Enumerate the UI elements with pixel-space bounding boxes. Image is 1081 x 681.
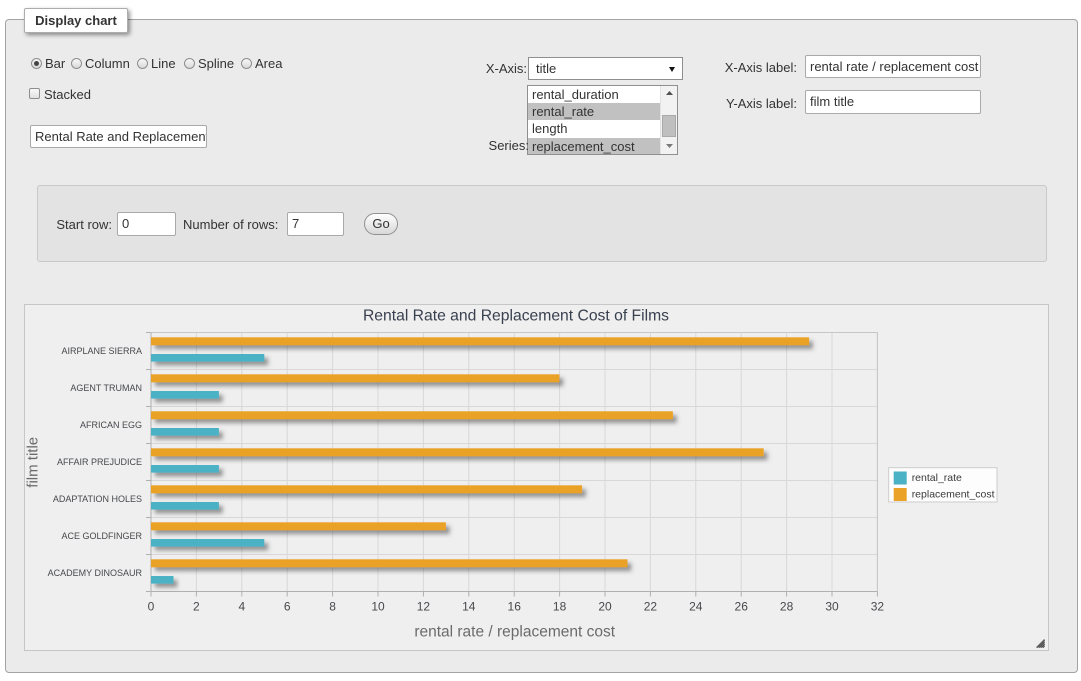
svg-text:18: 18 xyxy=(553,600,567,614)
svg-text:4: 4 xyxy=(238,600,245,614)
svg-text:AFRICAN EGG: AFRICAN EGG xyxy=(80,420,142,430)
svg-text:32: 32 xyxy=(871,600,885,614)
svg-text:0: 0 xyxy=(148,600,155,614)
svg-text:AFFAIR PREJUDICE: AFFAIR PREJUDICE xyxy=(57,457,142,467)
svg-text:ACADEMY DINOSAUR: ACADEMY DINOSAUR xyxy=(48,568,143,578)
svg-text:26: 26 xyxy=(735,600,749,614)
svg-text:ADAPTATION HOLES: ADAPTATION HOLES xyxy=(53,494,142,504)
svg-text:AGENT TRUMAN: AGENT TRUMAN xyxy=(70,383,142,393)
svg-text:14: 14 xyxy=(462,600,476,614)
svg-text:rental_rate: rental_rate xyxy=(912,472,962,484)
svg-text:film title: film title xyxy=(25,437,42,488)
svg-text:28: 28 xyxy=(780,600,794,614)
svg-text:10: 10 xyxy=(371,600,385,614)
svg-text:6: 6 xyxy=(284,600,291,614)
svg-text:Rental Rate and Replacement Co: Rental Rate and Replacement Cost of Film… xyxy=(363,308,669,325)
svg-text:24: 24 xyxy=(689,600,703,614)
svg-text:20: 20 xyxy=(598,600,612,614)
svg-text:16: 16 xyxy=(508,600,522,614)
svg-text:30: 30 xyxy=(825,600,839,614)
svg-text:rental rate / replacement cost: rental rate / replacement cost xyxy=(414,623,615,640)
svg-text:AIRPLANE SIERRA: AIRPLANE SIERRA xyxy=(61,346,142,356)
svg-text:2: 2 xyxy=(193,600,200,614)
svg-text:replacement_cost: replacement_cost xyxy=(912,489,995,501)
svg-text:ACE GOLDFINGER: ACE GOLDFINGER xyxy=(61,531,142,541)
svg-text:22: 22 xyxy=(644,600,658,614)
svg-text:12: 12 xyxy=(417,600,431,614)
svg-text:8: 8 xyxy=(329,600,336,614)
